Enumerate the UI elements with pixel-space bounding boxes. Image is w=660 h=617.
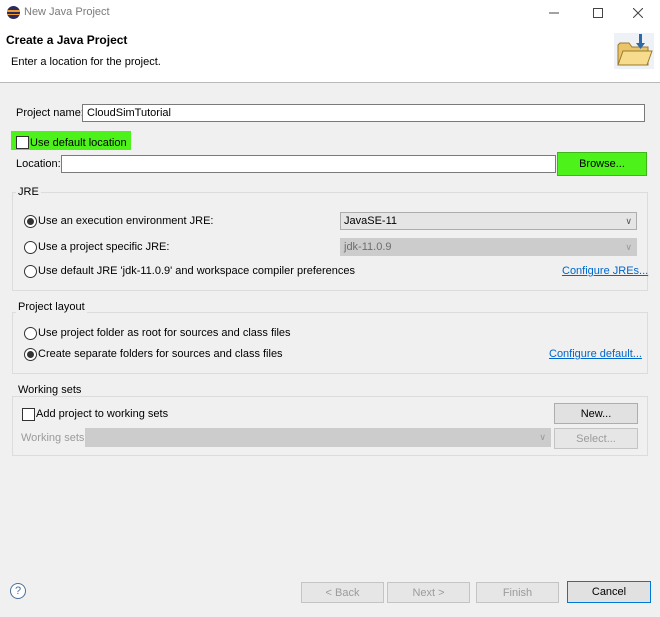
working-sets-group-title: Working sets: [16, 384, 84, 396]
layout-separate-label: Create separate folders for sources and …: [38, 348, 283, 360]
select-working-sets-button: Select...: [554, 428, 638, 449]
window-title: New Java Project: [24, 6, 110, 18]
project-name-input[interactable]: CloudSimTutorial: [82, 104, 645, 122]
layout-separate-radio[interactable]: [24, 348, 37, 361]
use-default-location-label: Use default location: [30, 137, 127, 149]
configure-default-link[interactable]: Configure default...: [549, 348, 642, 360]
project-specific-jre-value: jdk-11.0.9: [344, 241, 392, 253]
working-sets-group: [12, 396, 648, 456]
project-layout-group: [12, 312, 648, 374]
location-label: Location:: [16, 158, 61, 170]
back-button: < Back: [301, 582, 384, 603]
configure-jres-link[interactable]: Configure JREs...: [562, 265, 648, 277]
chevron-down-icon: ∨: [539, 432, 546, 442]
jre-env-label: Use an execution environment JRE:: [38, 215, 214, 227]
jre-default-label: Use default JRE 'jdk-11.0.9' and workspa…: [38, 265, 356, 277]
layout-root-label: Use project folder as root for sources a…: [38, 327, 291, 339]
project-layout-group-title: Project layout: [16, 301, 87, 313]
add-to-working-sets-label: Add project to working sets: [36, 408, 169, 420]
layout-root-radio[interactable]: [24, 327, 37, 340]
page-message: Enter a location for the project.: [11, 56, 161, 68]
jre-specific-radio[interactable]: [24, 241, 37, 254]
execution-environment-select[interactable]: JavaSE-11 ∨: [340, 212, 637, 230]
maximize-button[interactable]: [576, 0, 620, 25]
next-button: Next >: [387, 582, 470, 603]
eclipse-icon: [7, 6, 20, 19]
working-sets-label: Working sets:: [21, 432, 88, 444]
title-bar: New Java Project: [0, 0, 660, 25]
chevron-down-icon: ∨: [625, 242, 632, 252]
minimize-icon: [549, 12, 559, 13]
jre-default-radio[interactable]: [24, 265, 37, 278]
close-icon: [633, 7, 643, 18]
project-specific-jre-select: jdk-11.0.9 ∨: [340, 238, 637, 256]
maximize-icon: [593, 7, 603, 18]
jre-specific-label: Use a project specific JRE:: [38, 241, 170, 253]
location-input[interactable]: [61, 155, 556, 173]
help-icon[interactable]: ?: [10, 583, 26, 599]
jre-env-radio[interactable]: [24, 215, 37, 228]
project-name-label: Project name:: [16, 107, 84, 119]
use-default-location-checkbox[interactable]: [16, 136, 29, 149]
new-project-folder-icon: [614, 33, 654, 69]
wizard-header: Create a Java Project Enter a location f…: [0, 25, 660, 83]
close-button[interactable]: [616, 0, 660, 25]
jre-group-title: JRE: [16, 186, 41, 198]
working-sets-select: ∨: [85, 428, 551, 447]
browse-button[interactable]: Browse...: [557, 152, 647, 176]
finish-button: Finish: [476, 582, 559, 603]
cancel-button[interactable]: Cancel: [567, 581, 651, 603]
page-title: Create a Java Project: [6, 33, 128, 47]
chevron-down-icon: ∨: [625, 216, 632, 226]
minimize-button[interactable]: [532, 0, 576, 25]
add-to-working-sets-checkbox[interactable]: [22, 408, 35, 421]
new-working-set-button[interactable]: New...: [554, 403, 638, 424]
execution-environment-value: JavaSE-11: [344, 215, 397, 227]
